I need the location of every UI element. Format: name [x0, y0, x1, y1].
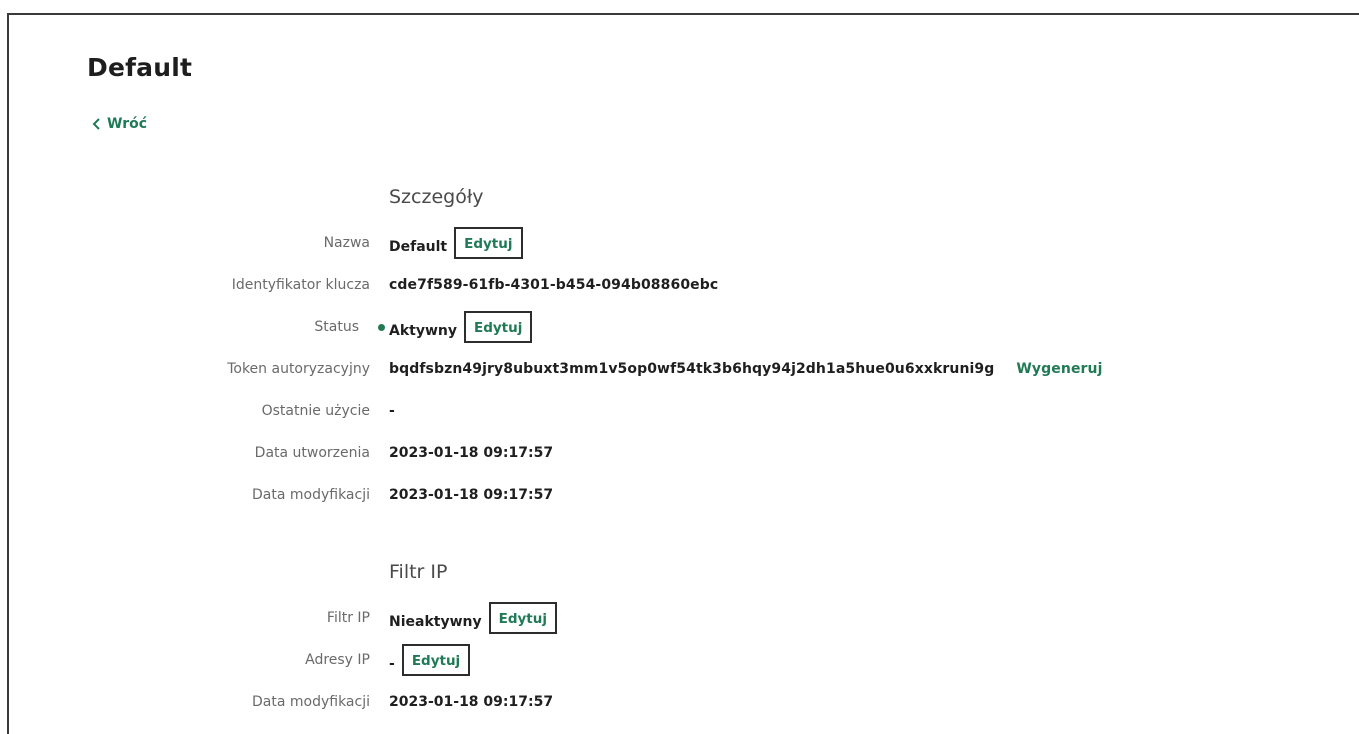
modified-label: Data modyfikacji: [252, 487, 370, 503]
edit-status-button[interactable]: Edytuj: [464, 311, 533, 343]
token-value: bqdfsbzn49jry8ubuxt3mm1v5op0wf54tk3b6hqy…: [389, 361, 995, 377]
token-value-wrap: bqdfsbzn49jry8ubuxt3mm1v5op0wf54tk3b6hqy…: [389, 357, 1103, 381]
ip-modified-label: Data modyfikacji: [252, 694, 370, 710]
ip-filter-value-wrap: Nieaktywny Edytuj: [389, 602, 558, 638]
section-title-details: Szczegóły: [389, 186, 484, 208]
modified-value: 2023-01-18 09:17:57: [389, 487, 554, 503]
created-value: 2023-01-18 09:17:57: [389, 445, 554, 461]
row-ip-addresses: Adresy IP - Edytuj: [0, 644, 1359, 676]
token-label: Token autoryzacyjny: [227, 361, 370, 377]
row-ip-filter: Filtr IP Nieaktywny Edytuj: [0, 602, 1359, 634]
last-used-value: -: [389, 403, 395, 419]
last-used-label: Ostatnie użycie: [261, 403, 370, 419]
row-modified: Data modyfikacji 2023-01-18 09:17:57: [0, 483, 1359, 507]
key-id-label: Identyfikator klucza: [231, 277, 370, 293]
edit-ip-addresses-button[interactable]: Edytuj: [401, 644, 471, 676]
chevron-left-icon: [92, 118, 101, 130]
row-last-used: Ostatnie użycie -: [0, 399, 1359, 423]
page-title: Default: [87, 53, 193, 82]
name-value: Default: [389, 239, 448, 255]
ip-modified-value: 2023-01-18 09:17:57: [389, 694, 554, 710]
status-value-wrap: Aktywny Edytuj: [389, 311, 533, 347]
row-key-id: Identyfikator klucza cde7f589-61fb-4301-…: [0, 273, 1359, 297]
row-name: Nazwa Default Edytuj: [0, 227, 1359, 259]
row-status: Status Aktywny Edytuj: [0, 311, 1359, 343]
status-label: Status: [314, 319, 359, 335]
section-title-ip-filter: Filtr IP: [389, 561, 448, 583]
key-id-value: cde7f589-61fb-4301-b454-094b08860ebc: [389, 277, 719, 293]
ip-addresses-label: Adresy IP: [305, 652, 370, 668]
edit-ip-filter-button[interactable]: Edytuj: [488, 602, 558, 634]
ip-filter-label: Filtr IP: [326, 610, 370, 626]
ip-addresses-value: -: [389, 656, 395, 672]
edit-name-button[interactable]: Edytuj: [454, 227, 523, 259]
name-value-wrap: Default Edytuj: [389, 227, 523, 263]
back-link[interactable]: Wróć: [92, 116, 147, 132]
ip-addresses-value-wrap: - Edytuj: [389, 644, 471, 680]
name-label: Nazwa: [323, 235, 370, 251]
created-label: Data utworzenia: [254, 445, 370, 461]
row-token: Token autoryzacyjny bqdfsbzn49jry8ubuxt3…: [0, 357, 1359, 381]
status-dot-icon: [378, 324, 385, 331]
row-ip-modified: Data modyfikacji 2023-01-18 09:17:57: [0, 690, 1359, 714]
row-created: Data utworzenia 2023-01-18 09:17:57: [0, 441, 1359, 465]
regenerate-token-button[interactable]: Wygeneruj: [1016, 357, 1102, 381]
ip-filter-value: Nieaktywny: [389, 614, 482, 630]
back-label: Wróć: [107, 116, 148, 132]
status-value: Aktywny: [389, 323, 457, 339]
